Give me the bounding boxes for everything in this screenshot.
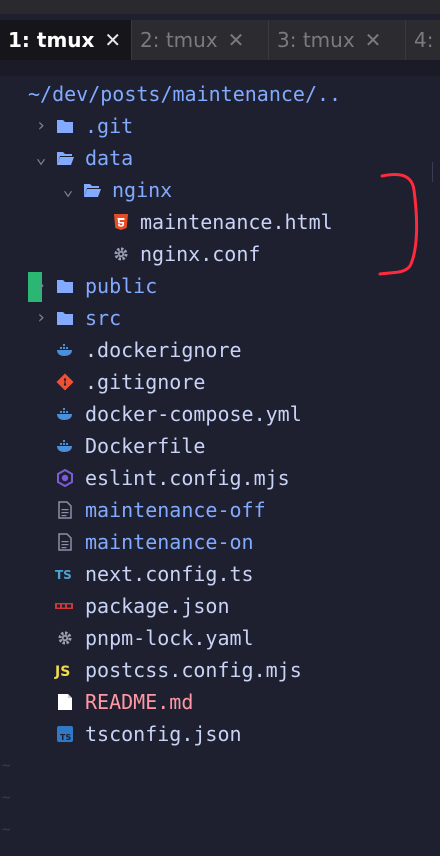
chevron-right-icon[interactable]: ›	[32, 270, 50, 302]
tree-item-label: maintenance-on	[85, 530, 254, 554]
tab-label: 2: tmux	[140, 28, 218, 52]
tree-item-maintenance-on[interactable]: maintenance-on	[0, 526, 420, 558]
tree-item-tsconfig[interactable]: TS tsconfig.json	[0, 718, 420, 750]
markdown-icon	[56, 693, 74, 711]
close-icon[interactable]: ✕	[218, 28, 255, 52]
tree-item-label: nginx.conf	[140, 242, 261, 266]
tree-item-label: eslint.config.mjs	[85, 466, 290, 490]
close-icon[interactable]: ✕	[355, 28, 392, 52]
terminal-top-strip	[0, 0, 440, 14]
tab-label: 1: tmux	[8, 28, 95, 52]
docker-icon	[56, 405, 74, 423]
tree-item-label: Dockerfile	[85, 434, 206, 458]
tree-item-label: public	[85, 274, 158, 298]
tree-item-pnpm-lock[interactable]: pnpm-lock.yaml	[0, 622, 420, 654]
tree-item-label: postcss.config.mjs	[85, 658, 302, 682]
chevron-down-icon[interactable]: ⌄	[59, 174, 77, 206]
tree-item-eslint-config[interactable]: eslint.config.mjs	[0, 462, 420, 494]
eslint-icon	[56, 469, 74, 487]
tree-item-label: README.md	[85, 690, 194, 714]
tree-item-label: nginx	[112, 178, 173, 202]
svg-text:JS: JS	[54, 664, 70, 679]
typescript-icon: TS	[54, 565, 72, 583]
tab-2[interactable]: 2: tmux ✕	[132, 20, 269, 60]
tree-item-readme[interactable]: README.md	[0, 686, 420, 718]
tree-item-dockerignore[interactable]: .dockerignore	[0, 334, 420, 366]
tab-3[interactable]: 3: tmux ✕	[269, 20, 406, 60]
gear-icon	[56, 629, 74, 647]
tree-item-data[interactable]: ⌄ data	[0, 142, 420, 174]
folder-icon	[56, 117, 74, 135]
chevron-down-icon[interactable]: ⌄	[32, 142, 50, 174]
tsconfig-icon: TS	[56, 725, 74, 743]
tree-item-docker-compose[interactable]: docker-compose.yml	[0, 398, 420, 430]
tab-label: 3: tmux	[277, 28, 355, 52]
tree-item-label: package.json	[85, 594, 230, 618]
chevron-right-icon[interactable]: ›	[32, 302, 50, 334]
tab-4[interactable]: 4:	[406, 20, 440, 60]
tree-item-public[interactable]: › public	[0, 270, 420, 302]
tab-1[interactable]: 1: tmux ✕	[0, 20, 132, 60]
svg-text:TS: TS	[55, 568, 72, 582]
tree-item-nginx[interactable]: ⌄ nginx	[0, 174, 420, 206]
tab-bar-divider	[0, 60, 440, 76]
tree-item-label: maintenance-off	[85, 498, 266, 522]
tree-item-label: src	[85, 306, 122, 330]
tree-item-label: .git	[85, 114, 134, 138]
tree-item-git[interactable]: › .git	[0, 110, 420, 142]
empty-line-marker: ~	[2, 758, 11, 774]
tree-item-label: .dockerignore	[85, 338, 242, 362]
tree-item-label: pnpm-lock.yaml	[85, 626, 254, 650]
tree-item-nginx-conf[interactable]: nginx.conf	[0, 238, 420, 270]
empty-line-marker: ~	[2, 790, 11, 806]
tree-item-label: tsconfig.json	[85, 722, 242, 746]
tree-item-label: .gitignore	[85, 370, 206, 394]
tab-label: 4:	[414, 28, 434, 52]
close-icon[interactable]: ✕	[94, 28, 131, 52]
tmux-tab-bar: 1: tmux ✕ 2: tmux ✕ 3: tmux ✕ 4:	[0, 20, 440, 60]
tree-item-maintenance-html[interactable]: maintenance.html	[0, 206, 420, 238]
tree-item-label: next.config.ts	[85, 562, 254, 586]
text-file-icon	[56, 533, 74, 551]
folder-icon	[56, 309, 74, 327]
docker-icon	[56, 341, 74, 359]
text-file-icon	[56, 501, 74, 519]
tree-item-postcss-config[interactable]: JS postcss.config.mjs	[0, 654, 420, 686]
chevron-right-icon[interactable]: ›	[32, 110, 50, 142]
tree-item-maintenance-off[interactable]: maintenance-off	[0, 494, 420, 526]
tree-item-dockerfile[interactable]: Dockerfile	[0, 430, 420, 462]
gear-icon	[112, 245, 130, 263]
tree-item-label: maintenance.html	[140, 210, 333, 234]
folder-open-icon	[83, 181, 101, 199]
git-icon	[56, 373, 74, 391]
folder-open-icon	[56, 149, 74, 167]
split-marker	[432, 162, 437, 182]
empty-line-marker: ~	[2, 822, 11, 838]
javascript-icon: JS	[54, 661, 72, 679]
svg-text:TS: TS	[60, 733, 71, 742]
tree-item-next-config[interactable]: TS next.config.ts	[0, 558, 420, 590]
tree-item-package-json[interactable]: package.json	[0, 590, 420, 622]
annotation-bracket	[378, 173, 419, 276]
docker-icon	[56, 437, 74, 455]
tree-item-src[interactable]: › src	[0, 302, 420, 334]
html5-icon	[112, 213, 130, 231]
tree-item-label: docker-compose.yml	[85, 402, 302, 426]
tree-item-label: data	[85, 146, 134, 170]
folder-icon	[56, 277, 74, 295]
tree-root-path: ~/dev/posts/maintenance/..	[28, 82, 342, 106]
npm-icon	[54, 597, 73, 615]
tree-item-gitignore[interactable]: .gitignore	[0, 366, 420, 398]
